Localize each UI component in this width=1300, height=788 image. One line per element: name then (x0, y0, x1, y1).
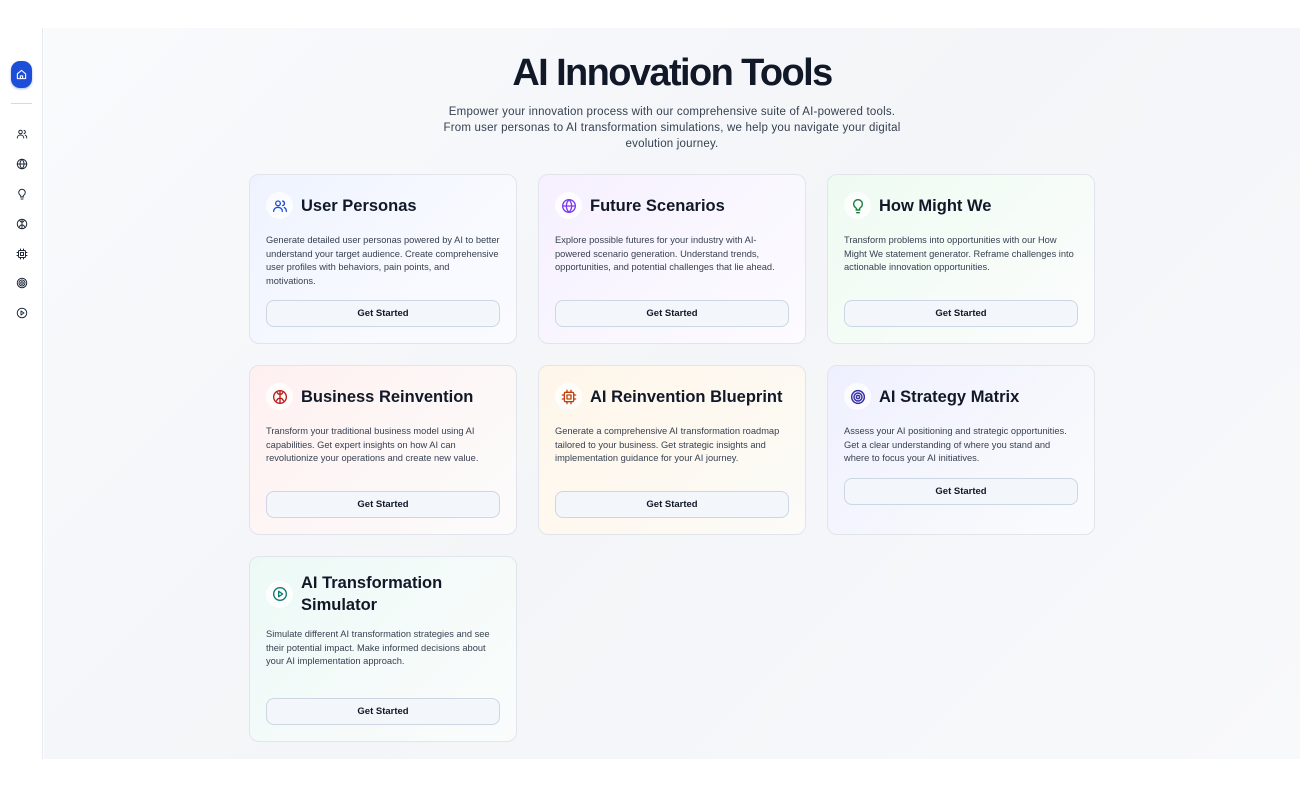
tool-card-ai-transformation-simulator: AI Transformation Simulator Simulate dif… (249, 556, 517, 742)
sidebar-item-ai-blueprint[interactable] (15, 247, 29, 261)
card-description: Simulate different AI transformation str… (266, 629, 490, 666)
tool-card-ai-strategy-matrix: AI Strategy Matrix Assess your AI positi… (827, 365, 1095, 535)
get-started-button[interactable]: Get Started (844, 478, 1078, 505)
card-title: Future Scenarios (590, 196, 725, 215)
home-icon (16, 69, 27, 80)
card-description: Generate detailed user personas powered … (266, 235, 500, 286)
card-description: Transform problems into opportunities wi… (844, 235, 1074, 272)
globe-icon (561, 198, 576, 213)
sidebar-divider (11, 103, 32, 104)
tool-card-business-reinvention: Business Reinvention Transform your trad… (249, 365, 517, 535)
sidebar-item-ai-simulator[interactable] (15, 306, 29, 320)
get-started-button[interactable]: Get Started (266, 300, 500, 327)
sidebar-item-how-might-we[interactable] (15, 187, 29, 201)
sidebar-item-future-scenarios[interactable] (15, 157, 29, 171)
card-title: AI Transformation Simulator (301, 574, 443, 614)
globe-icon (16, 158, 28, 170)
card-title: User Personas (301, 196, 417, 215)
play-circle-icon (16, 307, 28, 319)
sidebar-item-home[interactable] (11, 61, 32, 88)
get-started-button[interactable]: Get Started (555, 300, 789, 327)
target-icon (850, 389, 865, 404)
sidebar-item-user-personas[interactable] (15, 127, 29, 141)
sidebar-item-ai-strategy-matrix[interactable] (15, 276, 29, 290)
card-description: Explore possible futures for your indust… (555, 235, 775, 272)
card-title: AI Reinvention Blueprint (590, 387, 783, 406)
lightbulb-icon (852, 198, 863, 213)
tool-card-user-personas: User Personas Generate detailed user per… (249, 174, 517, 344)
card-description: Generate a comprehensive AI transformati… (555, 426, 780, 463)
card-description: Assess your AI positioning and strategic… (844, 426, 1067, 463)
page-subtitle: Empower your innovation process with our… (443, 106, 901, 150)
tool-card-ai-reinvention-blueprint: AI Reinvention Blueprint Generate a comp… (538, 365, 806, 535)
card-title: Business Reinvention (301, 387, 474, 406)
get-started-button[interactable]: Get Started (555, 491, 789, 518)
page-title: AI Innovation Tools (512, 52, 833, 94)
users-icon (272, 199, 287, 212)
lightbulb-icon (18, 188, 26, 200)
cpu-icon (561, 389, 576, 404)
tool-card-how-might-we: How Might We Transform problems into opp… (827, 174, 1095, 344)
sidebar-item-business-reinvention[interactable] (15, 217, 29, 231)
get-started-button[interactable]: Get Started (266, 698, 500, 725)
play-circle-icon (272, 587, 287, 601)
tool-card-future-scenarios: Future Scenarios Explore possible future… (538, 174, 806, 344)
card-title: AI Strategy Matrix (879, 387, 1020, 406)
users-icon (16, 129, 28, 139)
target-icon (16, 277, 28, 289)
sidebar (0, 28, 43, 759)
card-description: Transform your traditional business mode… (266, 426, 479, 463)
brain-icon (16, 218, 28, 230)
cpu-icon (16, 248, 28, 260)
get-started-button[interactable]: Get Started (844, 300, 1078, 327)
main-content: AI Innovation Tools Empower your innovat… (44, 28, 1300, 759)
get-started-button[interactable]: Get Started (266, 491, 500, 518)
brain-icon (272, 389, 287, 404)
card-title: How Might We (879, 196, 992, 215)
app-root: AI Innovation Tools Empower your innovat… (0, 0, 1300, 788)
